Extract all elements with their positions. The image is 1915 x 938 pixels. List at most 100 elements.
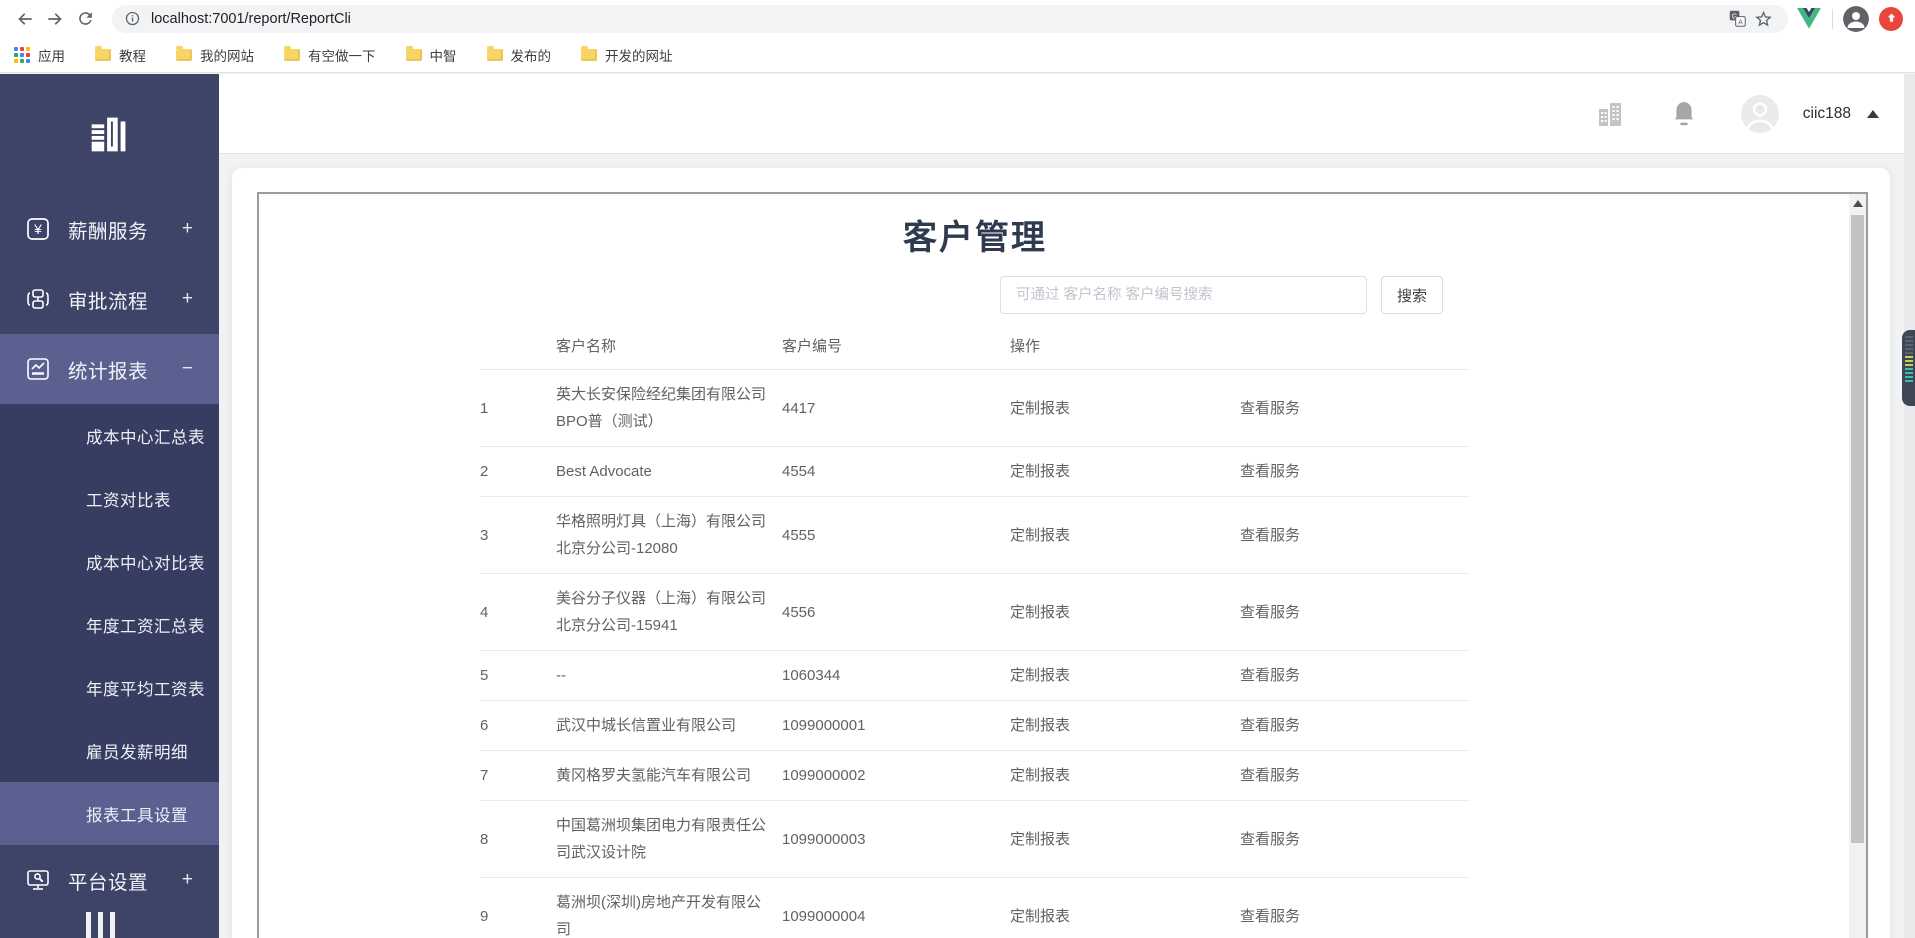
company-button[interactable]: [1595, 99, 1625, 129]
submenu-label: 报表工具设置: [86, 806, 188, 825]
bookmark-folder-zhongzhi[interactable]: 中智: [405, 45, 457, 65]
submenu-item-employee-payroll-detail[interactable]: 雇员发薪明细: [0, 719, 219, 782]
caret-up-icon: [1867, 109, 1879, 118]
customer-code: 1060344: [782, 650, 1010, 701]
back-button[interactable]: [10, 4, 40, 34]
bookmark-label: 应用: [38, 48, 65, 64]
browser-profile-icon[interactable]: [1843, 5, 1869, 32]
customer-code: 1099000002: [782, 750, 1010, 801]
sidebar-item-statistics-reports[interactable]: 统计报表 −: [0, 334, 219, 404]
bookmark-folder-my-sites[interactable]: 我的网站: [176, 45, 254, 65]
submenu-item-report-tool-settings[interactable]: 报表工具设置: [0, 782, 219, 845]
site-info-icon[interactable]: [124, 10, 141, 27]
submenu-item-cost-center-comparison[interactable]: 成本中心对比表: [0, 530, 219, 593]
bookmark-folder-tutorials[interactable]: 教程: [95, 45, 146, 65]
view-services-link[interactable]: 查看服务: [1240, 800, 1470, 878]
folder-icon: [581, 45, 597, 61]
address-bar[interactable]: localhost:7001/report/ReportCli GA: [112, 4, 1788, 33]
forward-button[interactable]: [40, 4, 70, 34]
triangle-up-icon: [1852, 199, 1863, 207]
search-input[interactable]: [1000, 276, 1367, 314]
submenu-item-cost-center-summary[interactable]: 成本中心汇总表: [0, 404, 219, 467]
folder-icon: [284, 45, 300, 61]
custom-report-link[interactable]: 定制报表: [1010, 800, 1240, 878]
forward-icon: [48, 12, 62, 25]
content-area: 客户管理 搜索 客户名称 客户编号 操作: [219, 154, 1915, 938]
submenu-item-annual-salary-summary[interactable]: 年度工资汇总表: [0, 593, 219, 656]
sidebar-item-approval-flow[interactable]: 审批流程 +: [0, 264, 219, 334]
scroll-down-button[interactable]: [1849, 932, 1866, 938]
bookmark-folder-dev-urls[interactable]: 开发的网址: [581, 45, 673, 65]
view-services-link[interactable]: 查看服务: [1240, 750, 1470, 801]
refresh-button[interactable]: [70, 4, 100, 34]
customer-name: 英大长安保险经纪集团有限公司BPO普（测试）: [556, 369, 782, 447]
custom-report-link[interactable]: 定制报表: [1010, 750, 1240, 801]
table-row: 4 美谷分子仪器（上海）有限公司北京分公司-15941 4556 定制报表 查看…: [480, 573, 1470, 651]
customer-code: 4556: [782, 573, 1010, 651]
scrollbar-thumb[interactable]: [1851, 215, 1864, 843]
search-row: 搜索: [480, 276, 1470, 314]
custom-report-link[interactable]: 定制报表: [1010, 446, 1240, 497]
row-index: 1: [480, 369, 556, 447]
row-index: 4: [480, 573, 556, 651]
expand-toggle: +: [181, 218, 193, 239]
custom-report-link[interactable]: 定制报表: [1010, 700, 1240, 751]
back-icon: [18, 12, 32, 25]
custom-report-link[interactable]: 定制报表: [1010, 573, 1240, 651]
row-index: 3: [480, 496, 556, 574]
table-row: 1 英大长安保险经纪集团有限公司BPO普（测试） 4417 定制报表 查看服务: [480, 369, 1470, 447]
search-button[interactable]: 搜索: [1381, 276, 1443, 314]
vue-devtools-icon[interactable]: [1796, 6, 1822, 32]
company-building-icon: [1598, 102, 1621, 126]
extension-icon[interactable]: [1879, 6, 1903, 31]
translate-icon[interactable]: GA: [1724, 6, 1750, 32]
user-avatar[interactable]: [1740, 94, 1779, 133]
view-services-link[interactable]: 查看服务: [1240, 369, 1470, 447]
bookmark-star-icon[interactable]: [1750, 6, 1776, 32]
sidebar-item-salary-services[interactable]: ¥ 薪酬服务 +: [0, 194, 219, 264]
sidebar-item-platform-settings[interactable]: 平台设置 +: [0, 845, 219, 915]
bell-icon: [1674, 101, 1693, 125]
view-services-link[interactable]: 查看服务: [1240, 446, 1470, 497]
view-services-link[interactable]: 查看服务: [1240, 496, 1470, 574]
notifications-button[interactable]: [1671, 100, 1697, 128]
view-services-link[interactable]: 查看服务: [1240, 877, 1470, 938]
col-index: [480, 322, 556, 370]
custom-report-link[interactable]: 定制报表: [1010, 650, 1240, 701]
table-row: 5 -- 1060344 定制报表 查看服务: [480, 650, 1470, 701]
browser-toolbar: localhost:7001/report/ReportCli GA: [0, 0, 1915, 37]
custom-report-link[interactable]: 定制报表: [1010, 369, 1240, 447]
bookmark-folder-todo[interactable]: 有空做一下: [284, 45, 376, 65]
submenu-label: 年度平均工资表: [86, 680, 205, 699]
submenu-item-annual-average-salary[interactable]: 年度平均工资表: [0, 656, 219, 719]
view-services-link[interactable]: 查看服务: [1240, 573, 1470, 651]
bookmark-label: 中智: [429, 48, 457, 64]
customer-name: 葛洲坝(深圳)房地产开发有限公司: [556, 877, 782, 938]
bookmark-label: 有空做一下: [308, 48, 376, 64]
table-row: 9 葛洲坝(深圳)房地产开发有限公司 1099000004 定制报表 查看服务: [480, 877, 1470, 938]
page-scrollbar[interactable]: [1904, 74, 1915, 938]
row-index: 9: [480, 877, 556, 938]
view-services-link[interactable]: 查看服务: [1240, 650, 1470, 701]
panel-content: 客户管理 搜索 客户名称 客户编号 操作: [259, 194, 1470, 938]
custom-report-link[interactable]: 定制报表: [1010, 877, 1240, 938]
panel-scrollbar[interactable]: [1849, 194, 1866, 938]
folder-icon: [405, 45, 422, 61]
scroll-up-button[interactable]: [1849, 194, 1866, 212]
submenu-label: 成本中心对比表: [86, 554, 205, 573]
table-row: 7 黄冈格罗夫氢能汽车有限公司 1099000002 定制报表 查看服务: [480, 750, 1470, 801]
view-services-link[interactable]: 查看服务: [1240, 700, 1470, 751]
bookmark-apps[interactable]: 应用: [14, 45, 65, 65]
col-operations-2: [1240, 322, 1470, 370]
docked-extension-handle[interactable]: [1902, 330, 1915, 406]
url-text[interactable]: localhost:7001/report/ReportCli: [151, 11, 1724, 27]
customer-code: 4554: [782, 446, 1010, 497]
user-menu[interactable]: ciic188: [1803, 105, 1879, 123]
bookmark-folder-published[interactable]: 发布的: [486, 45, 551, 65]
toolbar-separator: [1832, 8, 1833, 29]
custom-report-link[interactable]: 定制报表: [1010, 496, 1240, 574]
table-header-row: 客户名称 客户编号 操作: [480, 322, 1470, 370]
submenu-item-salary-comparison[interactable]: 工资对比表: [0, 467, 219, 530]
submenu-label: 工资对比表: [86, 491, 171, 510]
sidebar: ¥ 薪酬服务 + 审批流程 + 统计报表 − 成本中心汇总表 工资对比表 成本中…: [0, 74, 219, 938]
